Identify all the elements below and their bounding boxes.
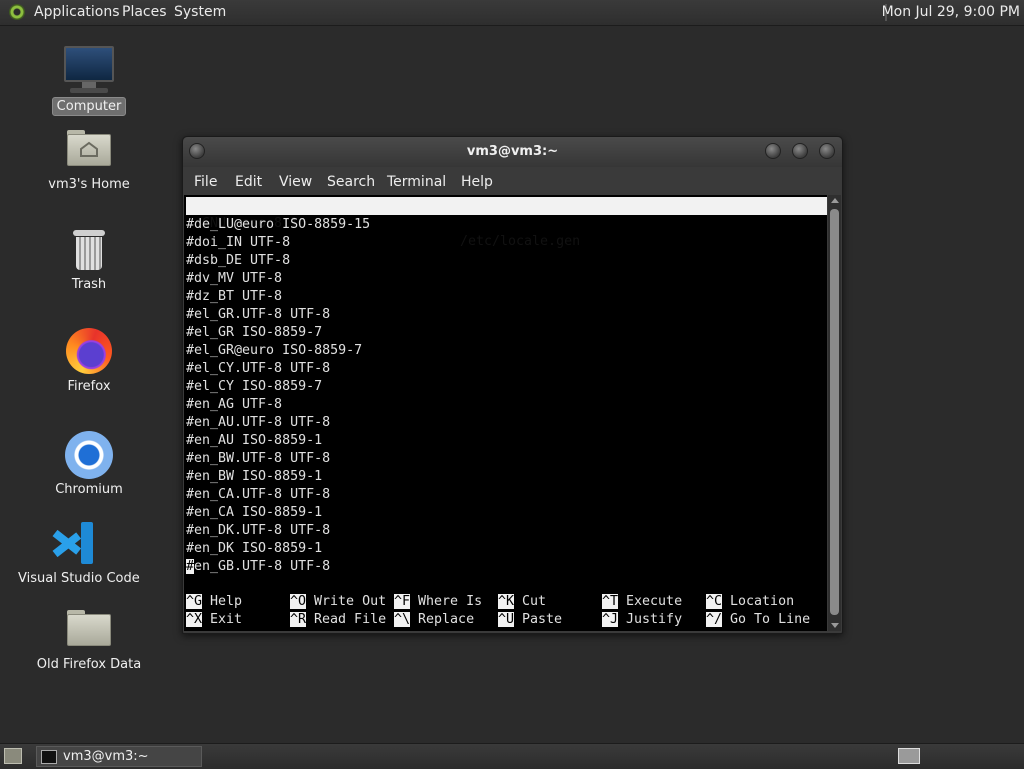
taskbar-item-label: vm3@vm3:~ <box>63 749 149 764</box>
text-cursor: # <box>186 559 195 574</box>
file-line: #el_GR.UTF-8 UTF-8 <box>186 307 331 322</box>
current-line-text: en_GB.UTF-8 UTF-8 <box>194 559 331 574</box>
shortcut-paste[interactable]: ^U Paste <box>498 611 562 629</box>
scrollbar-thumb[interactable] <box>830 209 839 615</box>
shortcut-location[interactable]: ^C Location <box>706 593 794 611</box>
file-line: #en_BW.UTF-8 UTF-8 <box>186 451 331 466</box>
desktop-icon-label: Firefox <box>67 379 111 394</box>
shortcut-write-out[interactable]: ^O Write Out <box>290 593 386 611</box>
desktop-icon-label: Visual Studio Code <box>18 571 140 586</box>
file-line: #dz_BT UTF-8 <box>186 289 283 304</box>
computer-icon <box>50 46 128 93</box>
folder-icon <box>67 610 111 646</box>
desktop-icon-label: Trash <box>71 277 107 292</box>
desktop-icon-vscode[interactable]: Visual Studio Code <box>14 520 140 587</box>
places-menu[interactable]: Places <box>122 4 167 20</box>
terminal-window: vm3@vm3:~ File Edit View Search Terminal… <box>182 136 843 634</box>
maximize-icon[interactable] <box>792 143 808 159</box>
file-line: #el_GR ISO-8859-7 <box>186 325 323 340</box>
minimize-icon[interactable] <box>765 143 781 159</box>
desktop-icon-old-firefox-data[interactable]: Old Firefox Data <box>29 610 149 673</box>
show-desktop-icon[interactable] <box>4 748 22 764</box>
menu-edit[interactable]: Edit <box>235 174 262 190</box>
file-line: #en_AU.UTF-8 UTF-8 <box>186 415 331 430</box>
trash-icon <box>72 230 106 270</box>
nano-header: GNU nano 8.1 /etc/locale.gen <box>186 197 827 249</box>
applications-menu[interactable]: Applications <box>34 4 120 20</box>
firefox-icon <box>66 328 112 374</box>
file-line: #doi_IN UTF-8 <box>186 235 291 250</box>
desktop-icon-label: Old Firefox Data <box>36 657 142 672</box>
desktop-icon-home[interactable]: vm3's Home <box>44 130 134 193</box>
file-line: #dsb_DE UTF-8 <box>186 253 291 268</box>
file-line: #el_CY.UTF-8 UTF-8 <box>186 361 331 376</box>
nano-filename: /etc/locale.gen <box>460 234 581 249</box>
terminal-scrollbar[interactable] <box>828 195 841 631</box>
file-line: #en_DK.UTF-8 UTF-8 <box>186 523 331 538</box>
vscode-icon <box>51 520 97 566</box>
desktop-icon-computer[interactable]: Computer <box>50 46 128 116</box>
top-panel: Applications Places System Mon Jul 29, 9… <box>0 0 1024 26</box>
file-line: #dv_MV UTF-8 <box>186 271 283 286</box>
menu-terminal[interactable]: Terminal <box>387 174 446 190</box>
desktop-icon-chromium[interactable]: Chromium <box>34 431 144 498</box>
shortcut-cut[interactable]: ^K Cut <box>498 593 546 611</box>
menu-search[interactable]: Search <box>327 174 375 190</box>
clock[interactable]: Mon Jul 29, 9:00 PM <box>882 4 1020 20</box>
desktop-icon-trash[interactable]: Trash <box>49 230 129 293</box>
desktop-icon-firefox[interactable]: Firefox <box>49 328 129 395</box>
nano-shortcut-bar: ^G Help ^O Write Out ^F Where Is ^K Cut … <box>186 593 827 629</box>
shortcut-execute[interactable]: ^T Execute <box>602 593 682 611</box>
bottom-panel: vm3@vm3:~ <box>0 743 1024 769</box>
file-line: #en_CA.UTF-8 UTF-8 <box>186 487 331 502</box>
shortcut-justify[interactable]: ^J Justify <box>602 611 682 629</box>
home-folder-icon <box>67 130 111 166</box>
desktop-icon-label: vm3's Home <box>48 177 130 192</box>
file-line: #de_LU@euro ISO-8859-15 <box>186 217 371 232</box>
file-line: #en_DK ISO-8859-1 <box>186 541 323 556</box>
scroll-down-icon[interactable] <box>831 623 839 628</box>
system-menu[interactable]: System <box>174 4 226 20</box>
terminal-area[interactable]: GNU nano 8.1 /etc/locale.gen #de_LU@euro… <box>184 195 827 631</box>
scroll-up-icon[interactable] <box>831 198 839 203</box>
menu-file[interactable]: File <box>194 174 217 190</box>
file-line: #en_AU ISO-8859-1 <box>186 433 323 448</box>
file-content[interactable]: #de_LU@euro ISO-8859-15 #doi_IN UTF-8 #d… <box>186 216 370 576</box>
shortcut-replace[interactable]: ^\ Replace <box>394 611 474 629</box>
menu-view[interactable]: View <box>279 174 312 190</box>
shortcut-where-is[interactable]: ^F Where Is <box>394 593 482 611</box>
menu-help[interactable]: Help <box>461 174 493 190</box>
distro-logo-icon[interactable] <box>9 4 25 20</box>
file-line: #en_AG UTF-8 <box>186 397 283 412</box>
terminal-icon <box>41 750 57 764</box>
window-titlebar[interactable]: vm3@vm3:~ <box>183 137 842 167</box>
shortcut-exit[interactable]: ^X Exit <box>186 611 242 629</box>
workspace-switcher[interactable] <box>898 748 920 764</box>
shortcut-help[interactable]: ^G Help <box>186 593 242 611</box>
terminal-menubar: File Edit View Search Terminal Help <box>183 167 842 195</box>
chromium-icon <box>65 431 113 479</box>
current-line: #en_GB.UTF-8 UTF-8 <box>186 558 370 576</box>
close-icon[interactable] <box>819 143 835 159</box>
window-title: vm3@vm3:~ <box>466 144 559 159</box>
shortcut-read-file[interactable]: ^R Read File <box>290 611 386 629</box>
file-line: #en_CA ISO-8859-1 <box>186 505 323 520</box>
desktop-icon-label: Computer <box>51 97 127 116</box>
file-line: #el_GR@euro ISO-8859-7 <box>186 343 363 358</box>
file-line: #el_CY ISO-8859-7 <box>186 379 323 394</box>
file-line: #en_BW ISO-8859-1 <box>186 469 323 484</box>
taskbar-item-terminal[interactable]: vm3@vm3:~ <box>36 746 202 767</box>
shortcut-go-to-line[interactable]: ^/ Go To Line <box>706 611 810 629</box>
desktop-icon-label: Chromium <box>55 482 123 497</box>
